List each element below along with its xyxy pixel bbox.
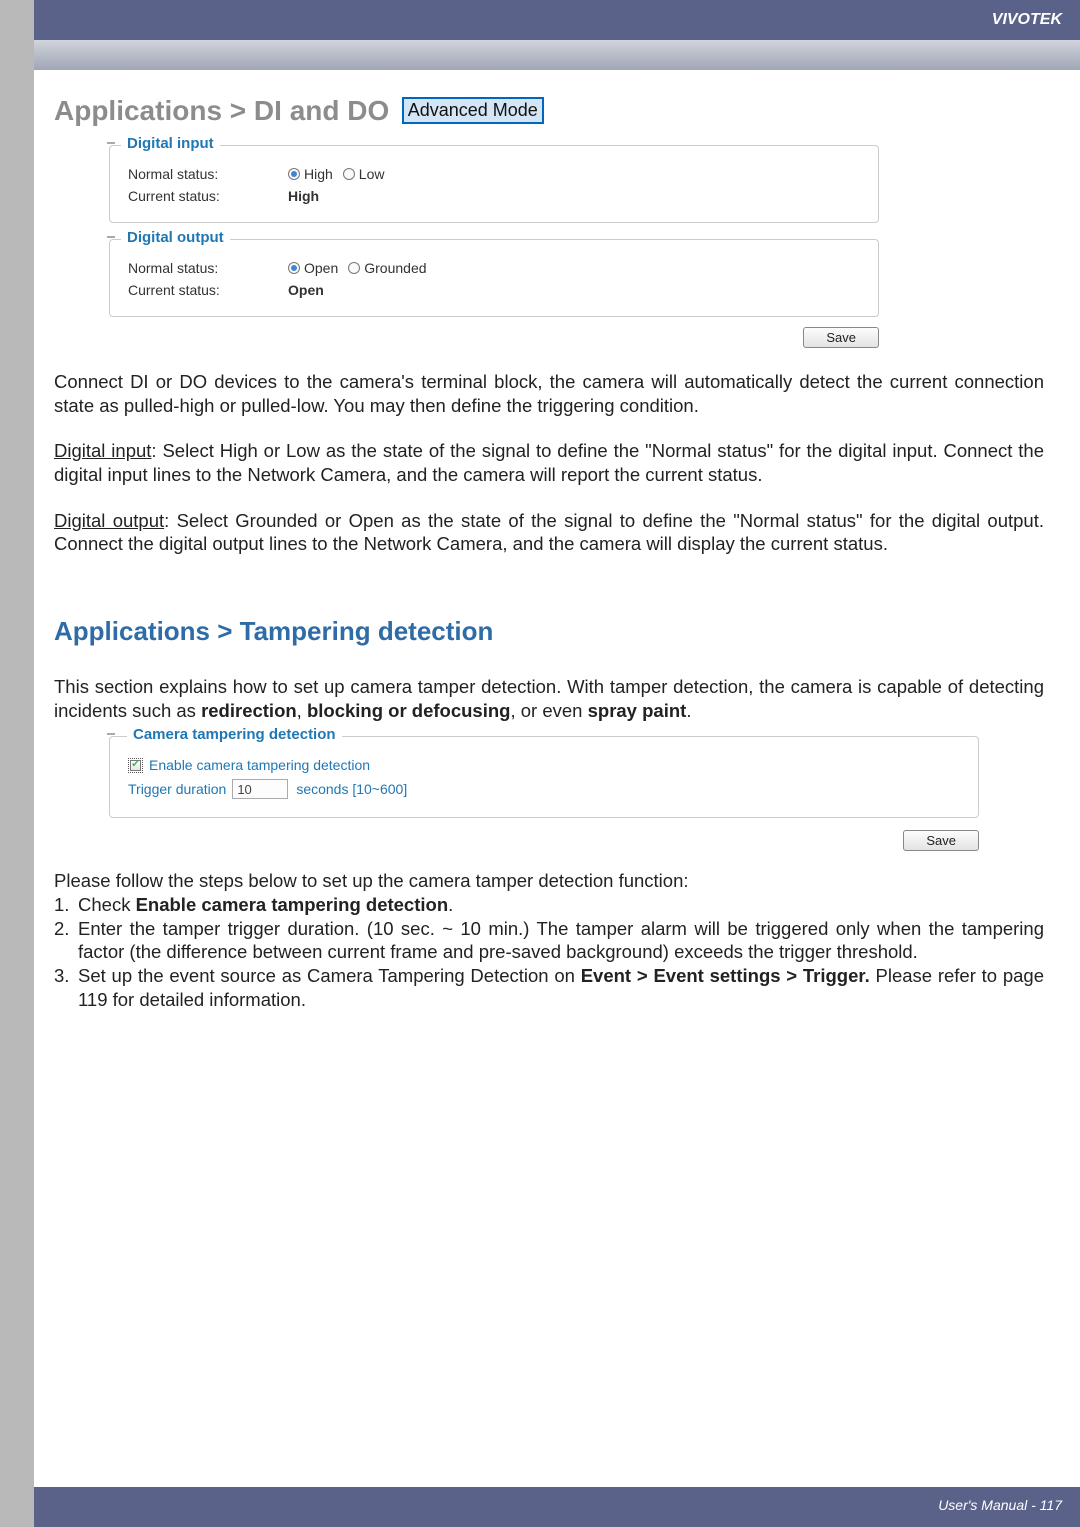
tampering-legend: Camera tampering detection [127, 726, 342, 743]
legend-tick [107, 236, 115, 238]
do-normal-row: Normal status: Open Grounded [128, 260, 860, 276]
para-connect: Connect DI or DO devices to the camera's… [54, 370, 1044, 417]
step1-a: Check [78, 894, 136, 915]
do-opt-grounded: Grounded [364, 260, 426, 276]
intro-g: . [686, 700, 691, 721]
section2-title: Applications > Tampering detection [54, 616, 1044, 647]
step-2-number: 2. [54, 917, 78, 964]
intro-e: , or even [510, 700, 587, 721]
tampering-enable-label: Enable camera tampering detection [149, 757, 370, 773]
brand-bar: VIVOTEK [34, 0, 1080, 40]
intro-c: , [297, 700, 307, 721]
digital-input-group: Digital input Normal status: High Low Cu… [109, 145, 879, 223]
do-radio-grounded[interactable]: Grounded [348, 260, 426, 276]
step3-b: Event > Event settings > Trigger. [581, 965, 870, 986]
step-2: 2. Enter the tamper trigger duration. (1… [54, 917, 1044, 964]
steps-intro: Please follow the steps below to set up … [54, 869, 1044, 893]
tampering-group: Camera tampering detection ✔ Enable came… [109, 736, 879, 818]
footer-text: User's Manual - 117 [938, 1497, 1062, 1513]
save-button[interactable]: Save [803, 327, 879, 348]
tampering-enable-checkbox[interactable]: ✔ [128, 758, 143, 773]
di-normal-row: Normal status: High Low [128, 166, 860, 182]
para-do-head: Digital output [54, 510, 164, 531]
radio-dot-icon [343, 168, 355, 180]
di-current-label: Current status: [128, 188, 288, 204]
save-button[interactable]: Save [903, 830, 979, 851]
intro-b: redirection [201, 700, 297, 721]
step-1-number: 1. [54, 893, 78, 917]
advanced-mode-badge: Advanced Mode [402, 97, 544, 124]
di-opt-high: High [304, 166, 333, 182]
step3-a: Set up the event source as Camera Tamper… [78, 965, 581, 986]
trigger-duration-row: Trigger duration seconds [10~600] [128, 779, 960, 799]
do-current-value: Open [288, 282, 324, 298]
legend-tick [107, 733, 115, 735]
digital-output-legend: Digital output [121, 229, 230, 246]
radio-dot-icon [288, 262, 300, 274]
para-digital-input: Digital input: Select High or Low as the… [54, 439, 1044, 486]
steps-block: Please follow the steps below to set up … [54, 869, 1044, 1011]
step-3: 3. Set up the event source as Camera Tam… [54, 964, 1044, 1011]
trigger-duration-units: seconds [10~600] [296, 781, 407, 797]
trigger-duration-label: Trigger duration [128, 781, 226, 797]
di-opt-low: Low [359, 166, 385, 182]
save-row-2: Save [109, 830, 979, 851]
top-band [34, 40, 1080, 70]
step1-b: Enable camera tampering detection [136, 894, 449, 915]
step-3-number: 3. [54, 964, 78, 1011]
digital-output-group: Digital output Normal status: Open Groun… [109, 239, 879, 317]
para-digital-output: Digital output: Select Grounded or Open … [54, 509, 1044, 556]
left-strip [0, 0, 34, 1527]
do-opt-open: Open [304, 260, 338, 276]
section1-title: Applications > DI and DO [54, 95, 389, 126]
save-row-1: Save [109, 327, 879, 348]
step1-c: . [448, 894, 453, 915]
di-current-value: High [288, 188, 319, 204]
para-di-head: Digital input [54, 440, 151, 461]
brand-text: VIVOTEK [992, 11, 1062, 28]
do-current-label: Current status: [128, 282, 288, 298]
intro-f: spray paint [588, 700, 687, 721]
di-radio-low[interactable]: Low [343, 166, 385, 182]
do-current-row: Current status: Open [128, 282, 860, 298]
trigger-duration-input[interactable] [232, 779, 288, 799]
legend-tick [107, 142, 115, 144]
section2-intro: This section explains how to set up came… [54, 675, 1044, 722]
intro-d: blocking or defocusing [307, 700, 511, 721]
do-normal-label: Normal status: [128, 260, 288, 276]
section1-heading-row: Applications > DI and DO Advanced Mode [54, 95, 1044, 127]
radio-dot-icon [288, 168, 300, 180]
di-radio-high[interactable]: High [288, 166, 333, 182]
step2-text: Enter the tamper trigger duration. (10 s… [78, 917, 1044, 964]
footer-bar [34, 1487, 1080, 1527]
di-current-row: Current status: High [128, 188, 860, 204]
para-do-body: : Select Grounded or Open as the state o… [54, 510, 1044, 555]
check-icon: ✔ [130, 760, 141, 771]
radio-dot-icon [348, 262, 360, 274]
do-radio-open[interactable]: Open [288, 260, 338, 276]
digital-input-legend: Digital input [121, 135, 220, 152]
tampering-enable-row: ✔ Enable camera tampering detection [128, 757, 960, 773]
para-di-body: : Select High or Low as the state of the… [54, 440, 1044, 485]
step-1: 1. Check Enable camera tampering detecti… [54, 893, 1044, 917]
di-normal-label: Normal status: [128, 166, 288, 182]
